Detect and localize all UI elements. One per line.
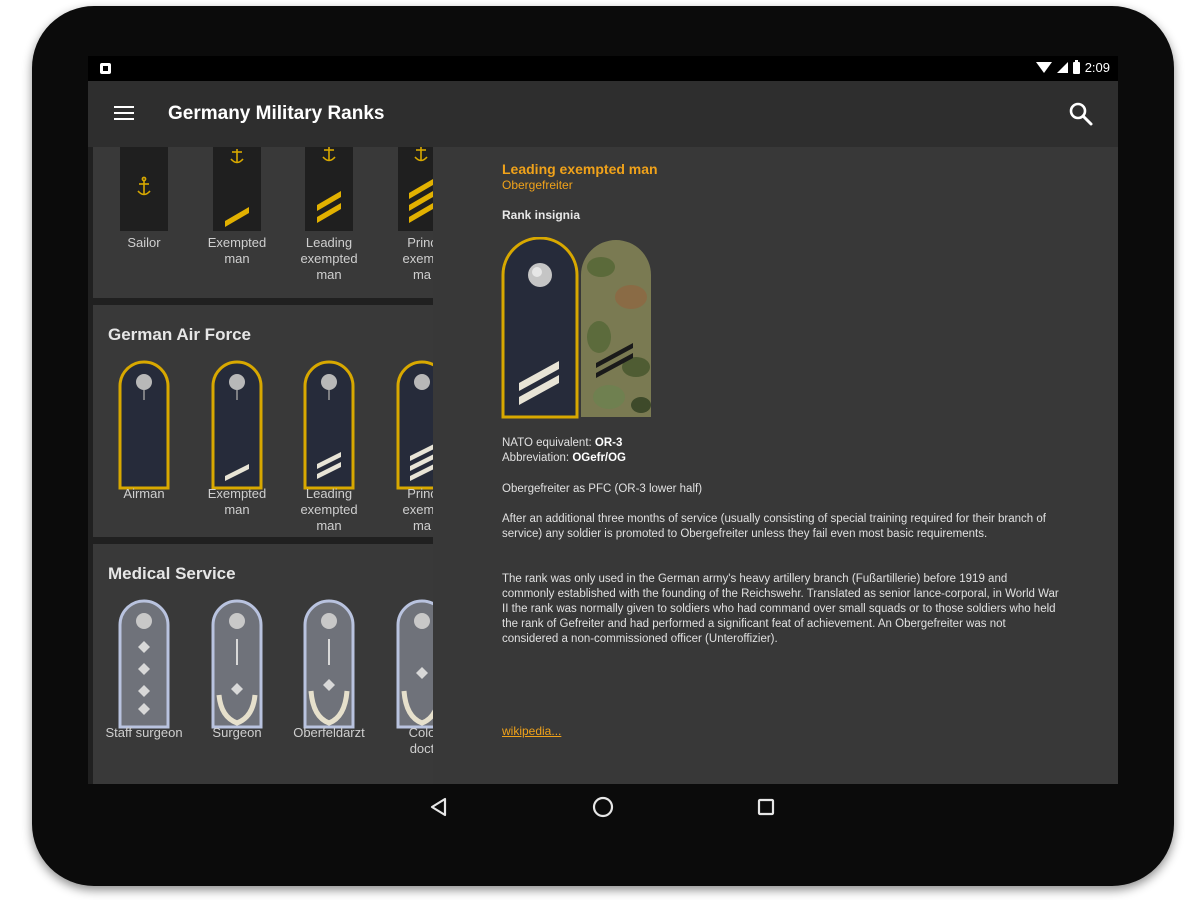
rank-codes: NATO equivalent: OR-3 Abbreviation: OGef…: [502, 437, 627, 464]
section-card-navy: Sailor Exempted man Leading exempted man Pr…: [93, 147, 433, 298]
app-title: Germany Military Ranks: [168, 103, 385, 124]
wifi-icon: [1035, 62, 1052, 73]
rank-detail[interactable]: Leading exempted man Obergefreiter Rank …: [433, 147, 1118, 784]
rank-label: Princexempma: [402, 235, 433, 282]
status-bar: 2:09: [88, 56, 1118, 81]
rank-label: Sailor: [127, 235, 161, 250]
home-icon[interactable]: [591, 795, 615, 819]
section-title: German Air Force: [108, 325, 251, 344]
app-bar: Germany Military Ranks: [88, 81, 1118, 147]
rank-label: Surgeon: [212, 725, 262, 740]
battery-icon: [1072, 59, 1080, 74]
air-force-straps: [118, 360, 433, 490]
navy-straps: [120, 147, 433, 231]
rank-label: Princexempma: [402, 486, 433, 533]
rank-label: Oberfeldarzt: [293, 725, 365, 740]
recents-icon[interactable]: [756, 797, 776, 817]
camouflage-strap: [581, 240, 651, 417]
device-screen: 2:09 Germany Military Ranks Sailor Exemp…: [88, 56, 1118, 784]
rank-label: Exempted man: [207, 235, 267, 266]
rank-native-name: Obergefreiter: [502, 178, 573, 192]
rank-label: Airman: [123, 486, 165, 501]
description-paragraph: The rank was only used in the German arm…: [502, 573, 1059, 645]
description-intro: Obergefreiter as PFC (OR-3 lower half): [502, 483, 703, 495]
section-title: Medical Service: [108, 564, 236, 583]
dress-strap: [501, 237, 579, 419]
rank-label: Leading exempted man: [300, 486, 358, 533]
rank-label: Leading exempted man: [300, 235, 358, 282]
notification-icon: [100, 63, 111, 74]
rank-label: Staff surgeon: [105, 725, 183, 740]
rank-label: Colo doct: [408, 725, 433, 756]
rank-name: Leading exempted man: [502, 161, 658, 177]
clock: 2:09: [1084, 60, 1110, 75]
rank-insignia-image: [501, 237, 651, 419]
section-card-medical-service: Medical Service Staff surgeon Surgeon Ob…: [93, 544, 433, 784]
rank-label: Exempted man: [207, 486, 267, 517]
rank-list[interactable]: Sailor Exempted man Leading exempted man Pr…: [88, 147, 433, 784]
section-card-air-force: German Air Force Airman Exempted man Lea…: [93, 305, 433, 537]
cellular-signal-icon: [1056, 62, 1068, 73]
search-icon[interactable]: [1068, 101, 1094, 127]
description-paragraph: After an additional three months of serv…: [502, 513, 1046, 540]
medical-straps: [118, 599, 433, 729]
insignia-heading: Rank insignia: [502, 208, 581, 222]
menu-icon[interactable]: [114, 105, 134, 121]
wikipedia-link[interactable]: wikipedia...: [502, 724, 561, 738]
nato-equivalent: OR-3: [594, 437, 623, 449]
back-icon[interactable]: [428, 796, 450, 818]
abbreviation: OGefr/OG: [572, 452, 627, 464]
